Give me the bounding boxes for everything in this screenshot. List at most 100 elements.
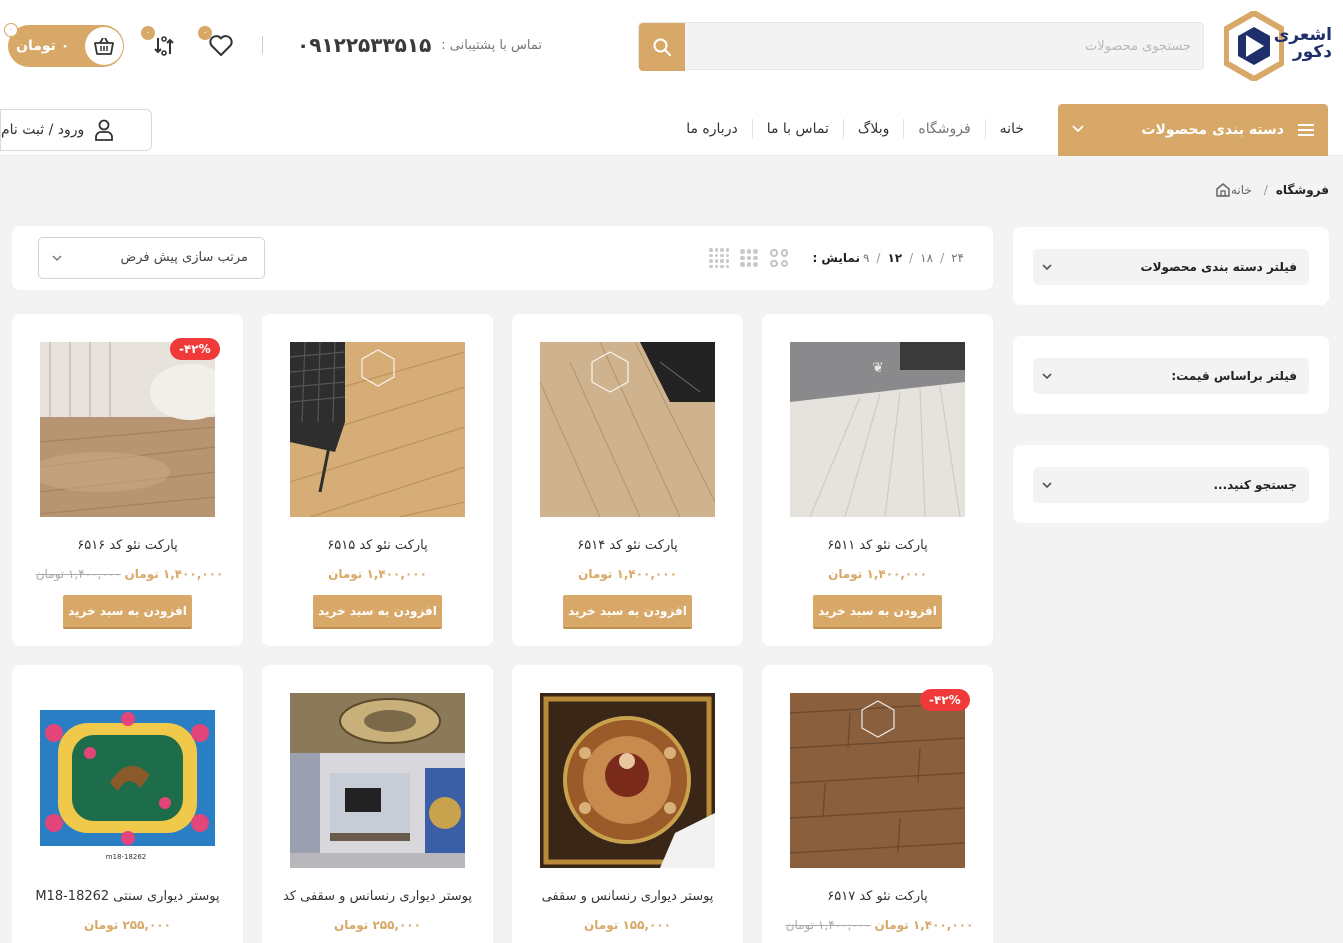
product-price: ۲۵۵,۰۰۰ تومان: [262, 918, 493, 932]
chevron-down-icon: [52, 255, 62, 262]
grid-2-columns-icon[interactable]: [768, 247, 790, 269]
search-box: [638, 22, 1204, 71]
product-card[interactable]: -۴۲% پارکت نئو کد ۶۵۱۶ ۱,۴۰۰,۰۰۰ تومان ۱…: [12, 314, 243, 646]
product-image[interactable]: [290, 342, 465, 517]
nav-item-shop[interactable]: فروشگاه: [903, 119, 984, 139]
nav-item-about[interactable]: درباره ما: [672, 119, 751, 139]
product-card[interactable]: پوستر دیواری رنسانس و سقفی ۱۵۵,۰۰۰ تومان: [512, 665, 743, 943]
category-menu-label: دسته بندی محصولات: [1141, 122, 1284, 138]
discount-badge: -۴۲%: [170, 338, 220, 360]
add-to-cart-button[interactable]: افزودن به سبد خرید: [313, 595, 442, 629]
grid-4-columns-icon[interactable]: [708, 247, 730, 269]
per-page-option[interactable]: ۹: [860, 251, 872, 265]
product-image[interactable]: [290, 693, 465, 868]
price-old: ۱,۴۰۰,۰۰۰ تومان: [35, 567, 121, 581]
product-card[interactable]: پارکت نئو کد ۶۵۱۴ ۱,۴۰۰,۰۰۰ تومان افزودن…: [512, 314, 743, 646]
product-card[interactable]: ❦ پارکت نئو کد ۶۵۱۱ ۱,۴۰۰,۰۰۰ تومان افزو…: [762, 314, 993, 646]
add-to-cart-button[interactable]: افزودن به سبد خرید: [63, 595, 192, 629]
product-name[interactable]: پوستر دیواری رنسانس و سقفی: [512, 889, 743, 904]
home-icon[interactable]: [1215, 182, 1231, 198]
product-price: ۱۵۵,۰۰۰ تومان: [512, 918, 743, 932]
price-current: ۱,۴۰۰,۰۰۰ تومان: [578, 567, 677, 581]
filter-price-card: فیلتر براساس قیمت:: [1013, 336, 1329, 414]
per-page-option[interactable]: ۱۸: [917, 251, 936, 265]
price-current: ۱,۴۰۰,۰۰۰ تومان: [828, 567, 927, 581]
grid-view-options: [708, 247, 790, 269]
breadcrumb-home[interactable]: خانه: [1231, 183, 1252, 197]
sort-select[interactable]: مرتب سازی پیش فرض: [38, 237, 265, 279]
breadcrumb-separator: /: [1263, 183, 1268, 197]
product-card[interactable]: m18-18262 پوستر دیواری سنتی M18-18262 ۲۵…: [12, 665, 243, 943]
logo-text-line2: دکور: [1292, 42, 1332, 62]
nav-menu: خانه فروشگاه وبلاگ تماس با ما درباره ما: [672, 103, 1038, 155]
filter-search-title: جستجو کنید...: [1213, 478, 1298, 492]
per-page-option-active[interactable]: ۱۲: [884, 251, 905, 265]
filter-price-title: فیلتر براساس قیمت:: [1171, 369, 1297, 383]
product-name[interactable]: پارکت نئو کد ۶۵۱۵: [262, 538, 493, 553]
filter-price-toggle[interactable]: فیلتر براساس قیمت:: [1033, 358, 1309, 394]
product-image[interactable]: [540, 342, 715, 517]
price-current: ۱۵۵,۰۰۰ تومان: [584, 918, 671, 932]
product-card[interactable]: پارکت نئو کد ۶۵۱۵ ۱,۴۰۰,۰۰۰ تومان افزودن…: [262, 314, 493, 646]
product-image[interactable]: [40, 342, 215, 517]
header: اشعری دکور تماس با پشتیبانی : ۰۹۱۲۲۵۳۳۵۱…: [0, 0, 1343, 103]
product-name[interactable]: پارکت نئو کد ۶۵۱۱: [762, 538, 993, 553]
product-image[interactable]: [540, 693, 715, 868]
per-page-option[interactable]: ۲۴: [948, 251, 967, 265]
filter-category-card: فیلتر دسته بندی محصولات: [1013, 227, 1329, 305]
nav-item-blog[interactable]: وبلاگ: [842, 119, 904, 139]
per-page-separator: /: [940, 251, 945, 265]
category-menu-button[interactable]: دسته بندی محصولات: [1058, 104, 1328, 156]
product-image[interactable]: m18-18262: [40, 693, 215, 868]
product-price: ۱,۴۰۰,۰۰۰ تومان ۱,۴۰۰,۰۰۰ تومان: [12, 567, 243, 581]
image-code-label: m18-18262: [106, 853, 147, 861]
search-input[interactable]: [695, 23, 1191, 69]
per-page-separator: /: [909, 251, 914, 265]
filter-category-toggle[interactable]: فیلتر دسته بندی محصولات: [1033, 249, 1309, 285]
add-to-cart-button[interactable]: افزودن به سبد خرید: [563, 595, 692, 629]
product-image[interactable]: [790, 693, 965, 868]
product-price: ۱,۴۰۰,۰۰۰ تومان: [762, 567, 993, 581]
filter-search-toggle[interactable]: جستجو کنید...: [1033, 467, 1309, 503]
product-price: ۱,۴۰۰,۰۰۰ تومان ۱,۴۰۰,۰۰۰ تومان: [762, 918, 993, 932]
user-icon: [95, 119, 114, 141]
product-name[interactable]: پارکت نئو کد ۶۵۱۶: [12, 538, 243, 553]
product-name[interactable]: پارکت نئو کد ۶۵۱۴: [512, 538, 743, 553]
support-contact: تماس با پشتیبانی : ۰۹۱۲۲۵۳۳۵۱۵: [262, 30, 542, 60]
nav-item-contact[interactable]: تماس با ما: [751, 119, 843, 139]
price-current: ۱,۴۰۰,۰۰۰ تومان: [874, 918, 974, 932]
search-button[interactable]: [639, 23, 685, 71]
chevron-down-icon: [1042, 482, 1052, 489]
compare-count-badge: ۰: [141, 26, 155, 40]
discount-badge: -۴۲%: [920, 689, 970, 711]
filter-category-title: فیلتر دسته بندی محصولات: [1140, 260, 1297, 274]
add-to-cart-button[interactable]: افزودن به سبد خرید: [813, 595, 942, 629]
price-current: ۲۵۵,۰۰۰ تومان: [84, 918, 171, 932]
main-nav: دسته بندی محصولات خانه فروشگاه وبلاگ تما…: [0, 103, 1343, 156]
support-phone[interactable]: ۰۹۱۲۲۵۳۳۵۱۵: [297, 33, 431, 57]
compare-arrows-icon: [154, 36, 174, 56]
grid-3-columns-icon[interactable]: [738, 247, 760, 269]
shop-toolbar: مرتب سازی پیش فرض نمایش : ۹ / ۱۲ / ۱۸ / …: [12, 226, 993, 290]
wishlist-count-badge: ۰: [198, 26, 212, 40]
cart-button[interactable]: ۰ تومان: [8, 25, 124, 67]
price-current: ۱,۴۰۰,۰۰۰ تومان: [124, 567, 224, 581]
sort-label: مرتب سازی پیش فرض: [120, 250, 248, 265]
site-logo[interactable]: اشعری دکور: [1224, 11, 1332, 81]
product-image[interactable]: ❦: [790, 342, 965, 517]
cart-count-badge: ۰: [4, 23, 18, 37]
product-name[interactable]: پوستر دیواری سنتی M18-18262: [12, 889, 243, 904]
price-current: ۱,۴۰۰,۰۰۰ تومان: [328, 567, 427, 581]
breadcrumb: خانه / فروشگاه: [1215, 180, 1329, 200]
product-card[interactable]: -۴۲% پارکت نئو کد ۶۵۱۷ ۱,۴۰۰,۰۰۰ تومان ۱…: [762, 665, 993, 943]
basket-icon: [94, 37, 114, 55]
chevron-down-icon: [1072, 125, 1084, 133]
hamburger-icon: [1298, 124, 1314, 136]
login-label: ورود / ثبت نام: [1, 122, 85, 138]
login-register-button[interactable]: ورود / ثبت نام: [0, 109, 152, 151]
product-card[interactable]: پوستر دیواری رنسانس و سقفی کد ۲۵۵,۰۰۰ تو…: [262, 665, 493, 943]
nav-item-home[interactable]: خانه: [984, 119, 1038, 139]
product-name[interactable]: پارکت نئو کد ۶۵۱۷: [762, 889, 993, 904]
product-name[interactable]: پوستر دیواری رنسانس و سقفی کد: [262, 889, 493, 904]
product-price: ۱,۴۰۰,۰۰۰ تومان: [512, 567, 743, 581]
